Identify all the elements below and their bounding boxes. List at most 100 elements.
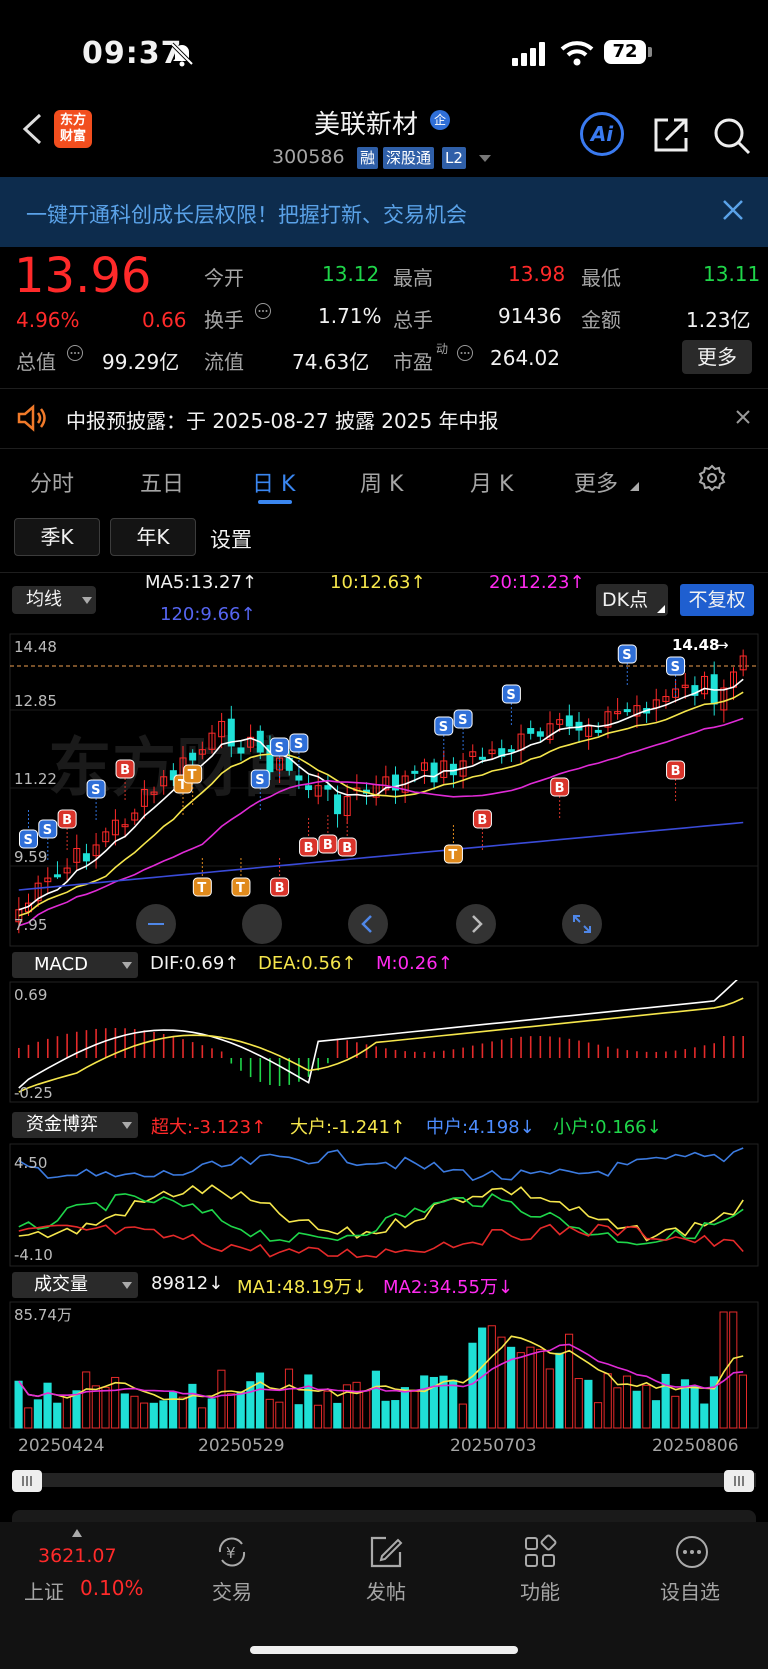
tab-more[interactable]: 更多 [574,466,618,498]
tag-margin: 融 [357,147,379,169]
info-icon[interactable] [456,344,474,362]
pan-right-button[interactable] [456,904,496,944]
adjust-button[interactable]: 不复权 [680,584,754,616]
range-slider-track[interactable] [12,1473,756,1487]
down-arrow-icon: ↓ [497,1277,513,1298]
volume-bar [33,1399,42,1429]
volume-selector[interactable]: 成交量 [12,1272,138,1298]
volume-chart[interactable]: 85.74万 [0,1300,768,1430]
date-label-3: 20250703 [450,1436,537,1456]
close-icon[interactable] [722,199,744,221]
volume-bar [487,1325,496,1429]
signal-letter: S [91,783,100,798]
index-pct[interactable]: 0.10% [80,1576,144,1600]
volume-bar [545,1368,554,1429]
quarter-k-button[interactable]: 季K [14,518,100,556]
candle-body [237,747,245,754]
ma20-value: 20:12.23↑ [489,572,585,593]
tab-intraday[interactable]: 分时 [30,466,74,498]
volume-bar [565,1333,574,1429]
stock-title: 美联新材 [314,110,419,140]
nav-functions[interactable]: 功能 [520,1576,560,1605]
more-icon[interactable] [674,1534,710,1570]
info-icon[interactable] [254,302,272,320]
pe-value: 264.02 [490,346,560,370]
volume-ma2: MA2:34.55万↓ [383,1273,513,1299]
tab-five-day[interactable]: 五日 [140,466,184,498]
candle-body [623,709,631,713]
info-icon[interactable] [66,344,84,362]
signal-letter: S [255,773,264,788]
volume-bar [651,1400,661,1429]
ma120-value: 120:9.66↑ [160,604,256,625]
y-label-3: 11.22 [14,770,57,788]
signal-letter: B [62,813,72,828]
signal-letter: T [448,848,457,863]
max-arrow: → [716,636,729,654]
notice-text[interactable]: 中报预披露：于 2025-08-27 披露 2025 年中报 [66,405,499,434]
trade-icon[interactable]: ¥ [214,1534,250,1570]
logo-line1: 东方 [59,113,86,128]
settings-link[interactable]: 设置 [210,524,252,554]
zoom-in-button[interactable] [242,904,282,944]
index-name[interactable]: 上证 [24,1576,64,1605]
volume-bar [391,1400,400,1429]
volume-bar [738,1374,747,1429]
change-value: 0.66 [142,308,187,332]
macd-selector[interactable]: MACD [12,952,138,978]
bell-mute-icon [170,42,194,67]
year-k-button[interactable]: 年K [110,518,196,556]
volume-bar [265,1398,274,1429]
volume-bar [526,1346,535,1429]
ma-selector-label: 均线 [26,589,62,610]
ai-button[interactable]: Ai [580,112,624,156]
volume-bar [140,1402,149,1429]
dropdown-caret-icon[interactable] [478,154,492,164]
more-button[interactable]: 更多 [682,340,752,374]
close-icon[interactable] [736,410,750,424]
grid-icon[interactable] [522,1534,558,1570]
grip-icon [734,1476,744,1486]
back-icon[interactable] [20,112,44,146]
capital-selector[interactable]: 资金博弈 [12,1112,138,1138]
volume-bar [352,1381,361,1429]
nav-trade[interactable]: 交易 [212,1576,252,1605]
capital-chart[interactable]: 4.50 -4.10 [0,1142,768,1268]
tab-monthly-k[interactable]: 月 K [470,466,513,498]
nav-watchlist[interactable]: 设自选 [660,1576,720,1605]
capital-selector-label: 资金博弈 [26,1114,98,1135]
share-icon[interactable] [652,116,690,154]
tab-daily-k[interactable]: 日 K [252,466,295,498]
pan-left-button[interactable] [348,904,388,944]
nav-post[interactable]: 发帖 [366,1576,406,1605]
down-arrow-icon: ↓ [646,1117,662,1138]
promo-text[interactable]: 一键开通科创成长层权限！把握打新、交易机会 [26,199,467,229]
mid-line [18,1147,744,1182]
total-cap-value: 99.29亿 [102,350,180,374]
search-icon[interactable] [712,116,752,156]
volume-bar [671,1395,680,1429]
wifi-icon [560,41,594,66]
index-value[interactable]: 3621.07 [38,1545,117,1567]
tab-weekly-k[interactable]: 周 K [360,466,403,498]
candle-body [189,752,197,761]
date-label-2: 20250529 [198,1436,285,1456]
volume-bar [130,1395,139,1429]
kline-chart[interactable]: 东方财富 SSBSBTTT TSBS SB B B TS SBSBSSB 14.48 12.… [0,630,768,950]
capital-bottom-label: -4.10 [14,1246,53,1264]
candle-body [334,794,342,815]
ma20-text: 20:12.23 [489,572,570,593]
compose-icon[interactable] [368,1534,404,1570]
ma10-text: 10:12.63 [330,572,411,593]
macd-chart[interactable]: 0.69 -0.25 [0,980,768,1104]
small-line [18,1193,744,1246]
dropdown-caret-icon [122,1282,132,1289]
dif-text: DIF:0.69 [150,953,225,974]
fullscreen-button[interactable] [562,904,602,944]
volume-bar [82,1371,91,1429]
high-value: 13.98 [508,262,566,286]
gear-icon[interactable] [698,464,726,492]
volume-bar [24,1407,33,1429]
max-price-marker: 14.48 [672,636,719,654]
signal-letter: B [323,838,333,853]
